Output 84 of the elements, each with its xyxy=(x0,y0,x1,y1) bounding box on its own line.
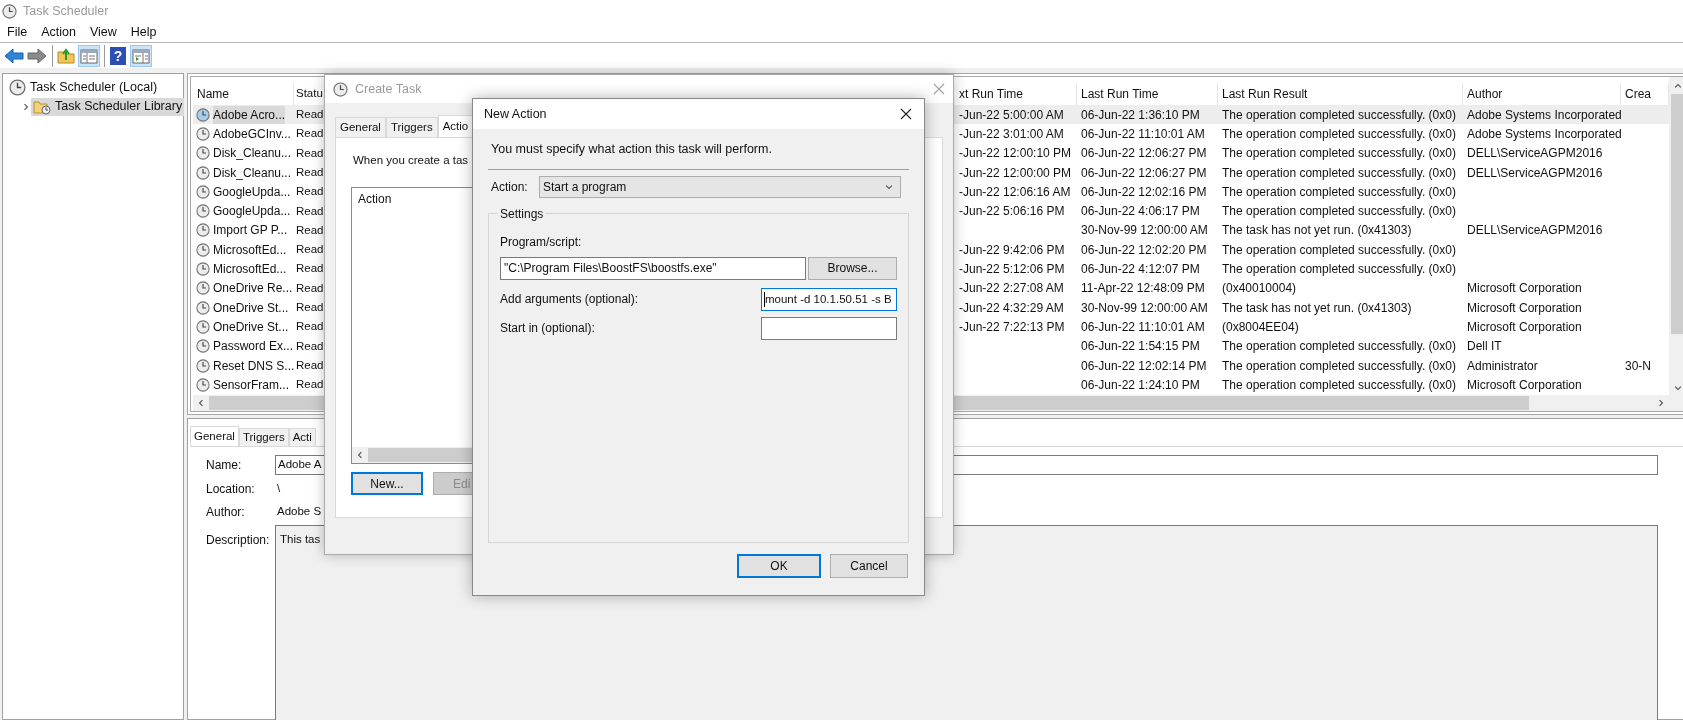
table-cell-text: Read xyxy=(296,222,324,238)
table-cell-text: 06-Jun-22 12:06:27 PM xyxy=(1081,164,1207,182)
table-cell-text: -Jun-22 7:22:13 PM xyxy=(959,318,1065,336)
table-cell-text: The task has not yet run. (0x41303) xyxy=(1222,222,1412,240)
dialog-title: Create Task xyxy=(355,80,423,98)
table-cell-text: The operation completed successfully. (0x0) xyxy=(1222,261,1456,278)
table-cell-text: (0x40010004) xyxy=(1222,280,1297,298)
table-cell-text: 06-Jun-22 1:24:10 PM xyxy=(1081,376,1200,394)
prompt-text: You must specify what action this task will perform. xyxy=(490,141,773,158)
table-cell-text: The operation completed successfully. (0x0) xyxy=(1222,241,1456,259)
field-label: Name: xyxy=(206,457,243,474)
table-cell-text: Read xyxy=(296,107,324,122)
table-cell-text: The operation completed successfully. (0x0) xyxy=(1222,203,1456,221)
table-cell-text: 06-Jun-22 12:06:27 PM xyxy=(1081,145,1207,163)
table-cell-text: 11-Apr-22 12:48:09 PM xyxy=(1081,280,1205,298)
table-cell-text: -Jun-22 12:00:10 PM xyxy=(959,145,1072,163)
table-cell-text: Read xyxy=(296,145,324,161)
table-cell-text: 06-Jun-22 11:10:01 AM xyxy=(1081,125,1205,143)
table-cell-text: Administrator xyxy=(1467,357,1538,375)
table-cell-text: 30-Nov-99 12:00:00 AM xyxy=(1081,299,1208,317)
field-label: Start in (optional): xyxy=(500,320,595,338)
table-cell-text: 06-Jun-22 4:06:17 PM xyxy=(1081,203,1200,221)
table-cell-text: 30-Nov-99 12:00:00 AM xyxy=(1081,222,1208,240)
table-cell-text: Read xyxy=(296,280,324,296)
table-cell-text: Read xyxy=(296,126,324,142)
table-cell-text: Microsoft Corporation xyxy=(1467,318,1582,336)
table-cell-text: Microsoft Corporation xyxy=(1467,376,1582,394)
table-cell-text: Read xyxy=(296,203,324,219)
table-cell-text: -Jun-22 2:27:08 AM xyxy=(959,280,1064,298)
table-cell-text: DELL\ServiceAGPM2016 xyxy=(1467,222,1603,240)
table-cell-text: -Jun-22 5:12:06 PM xyxy=(959,261,1065,278)
table-cell-text: Microsoft Corporation xyxy=(1467,299,1582,317)
table-cell-text: -Jun-22 12:06:16 AM xyxy=(959,183,1071,201)
field-label: Location: xyxy=(206,480,256,498)
field-label: Add arguments (optional): xyxy=(500,291,639,309)
field-label: Author: xyxy=(206,503,246,521)
field-label: Program/script: xyxy=(500,233,583,251)
table-cell-text: 06-Jun-22 11:10:01 AM xyxy=(1081,318,1205,336)
table-cell-text: Dell IT xyxy=(1467,338,1502,356)
table-cell-text: The operation completed successfully. (0x0) xyxy=(1222,125,1456,143)
field-value: \ xyxy=(276,480,281,496)
table-cell-text: DELL\ServiceAGPM2016 xyxy=(1467,164,1603,182)
window-title: Task Scheduler xyxy=(23,2,109,20)
field-label: Action: xyxy=(490,178,529,196)
table-cell-text: The operation completed successfully. (0x0) xyxy=(1222,145,1456,163)
table-cell-text: 06-Jun-22 1:36:10 PM xyxy=(1081,106,1200,124)
table-cell-text: Adobe Systems Incorporated xyxy=(1467,125,1621,143)
table-cell-text: Adobe Systems Incorporated xyxy=(1467,106,1621,124)
table-cell-text: The operation completed successfully. (0x0) xyxy=(1222,376,1456,394)
table-cell-text: Read xyxy=(296,261,324,277)
table-cell-text: Read xyxy=(296,377,324,393)
table-cell-text: The operation completed successfully. (0x0) xyxy=(1222,357,1456,375)
intro-text: When you create a tas xyxy=(353,153,469,168)
table-cell-text: 06-Jun-22 12:02:20 PM xyxy=(1081,241,1207,259)
table-cell-text: The operation completed successfully. (0x0) xyxy=(1222,338,1456,356)
table-cell-text: The operation completed successfully. (0x0) xyxy=(1222,164,1456,182)
table-cell-text: -Jun-22 4:32:29 AM xyxy=(959,299,1064,317)
table-cell-text: Microsoft Corporation xyxy=(1467,280,1582,298)
table-cell-text: The operation completed successfully. (0x0) xyxy=(1222,183,1456,201)
table-cell-text: Read xyxy=(296,338,324,354)
field-value: Adobe S xyxy=(276,503,322,519)
table-cell-text: -Jun-22 9:42:06 PM xyxy=(959,241,1065,259)
table-cell-text: Read xyxy=(296,164,324,180)
table-cell-text: 06-Jun-22 12:02:16 PM xyxy=(1081,183,1207,201)
table-cell-text: -Jun-22 5:00:00 AM xyxy=(959,106,1064,124)
table-cell-text: The operation completed successfully. (0x0) xyxy=(1222,106,1456,124)
table-cell-text: Read xyxy=(296,242,324,258)
table-cell-text: The task has not yet run. (0x41303) xyxy=(1222,299,1412,317)
table-cell-text: Read xyxy=(296,300,324,315)
table-cell-text: -Jun-22 12:00:00 PM xyxy=(959,164,1072,182)
field-label: Description: xyxy=(206,532,271,549)
table-cell-text: Read xyxy=(296,184,324,200)
table-cell-text: -Jun-22 5:06:16 PM xyxy=(959,203,1065,221)
table-cell-text: 30-N xyxy=(1625,357,1651,375)
table-cell-text: Read xyxy=(296,319,324,335)
table-cell-text: 06-Jun-22 1:54:15 PM xyxy=(1081,338,1200,356)
dialog-title: New Action xyxy=(484,105,548,123)
table-cell-text: -Jun-22 3:01:00 AM xyxy=(959,125,1064,143)
table-cell-text: 06-Jun-22 4:12:07 PM xyxy=(1081,261,1200,278)
group-title: Settings xyxy=(499,205,545,223)
table-cell-text: Read xyxy=(296,357,324,373)
table-cell-text: 06-Jun-22 12:02:14 PM xyxy=(1081,357,1207,375)
table-cell-text: (0x8004EE04) xyxy=(1222,318,1299,336)
table-cell-text: DELL\ServiceAGPM2016 xyxy=(1467,145,1603,163)
